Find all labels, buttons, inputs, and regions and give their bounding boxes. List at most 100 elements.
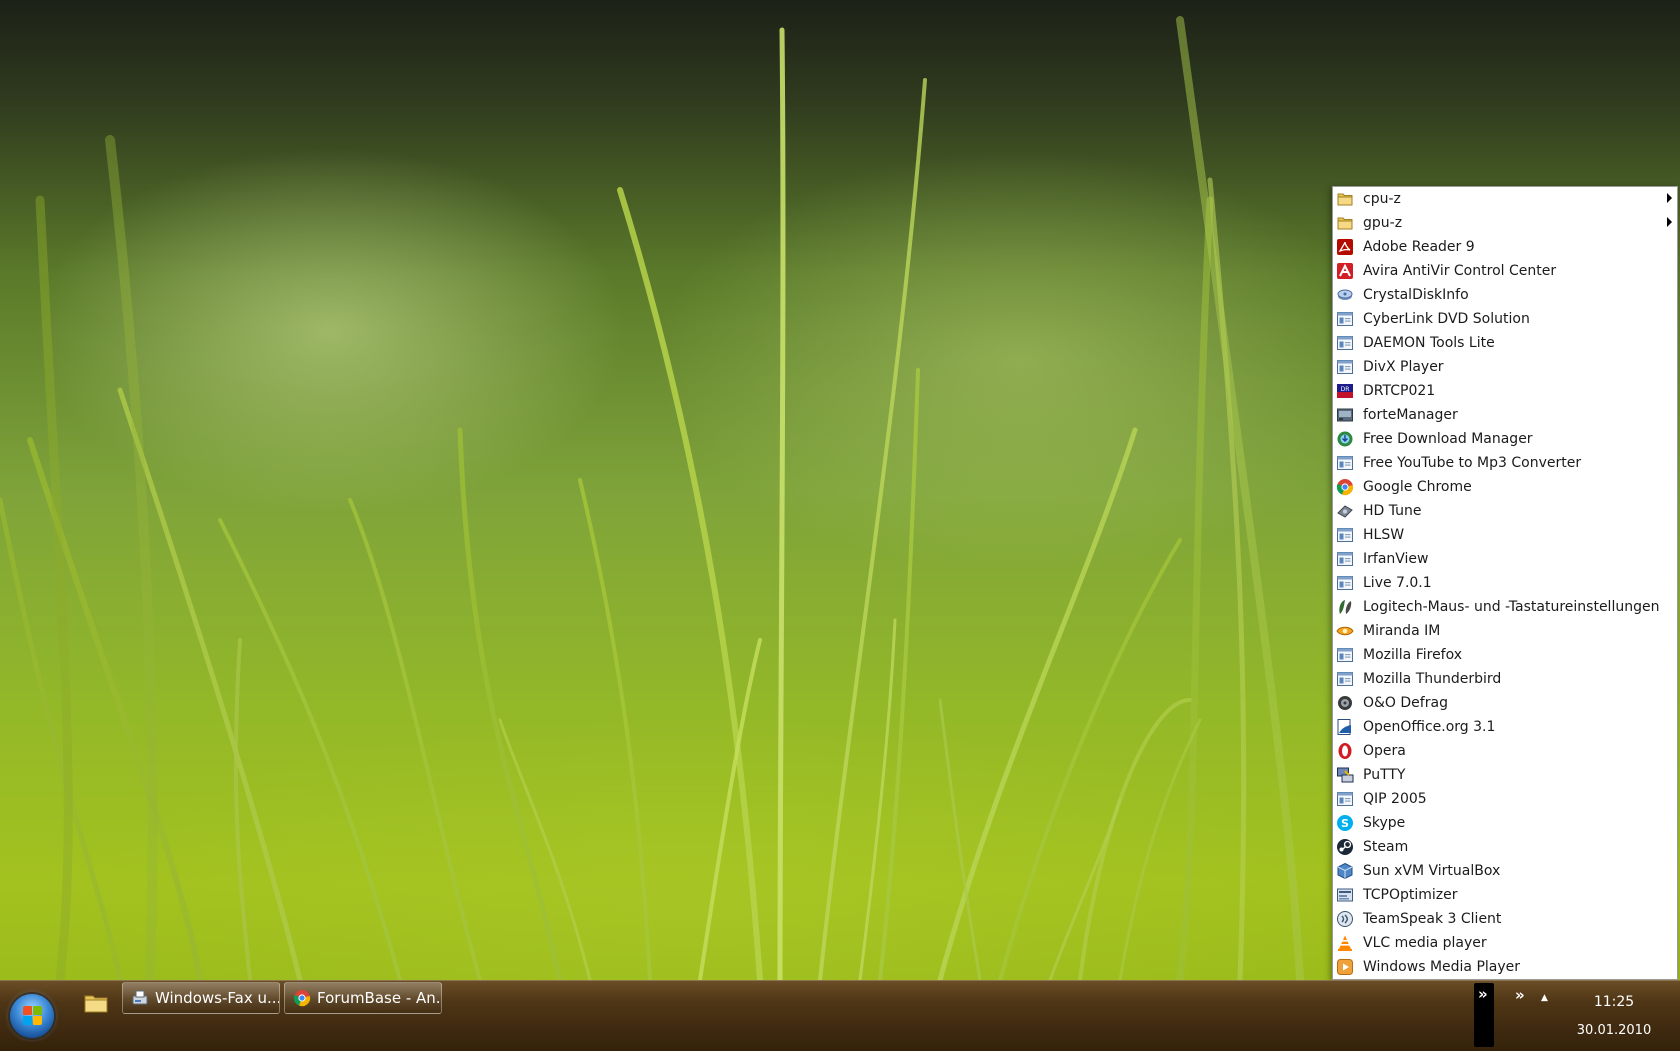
windows-logo-icon-part bbox=[23, 1016, 32, 1025]
menu-item-steam[interactable]: Steam bbox=[1333, 835, 1677, 859]
menu-item-teamspeak-3-client[interactable]: TeamSpeak 3 Client bbox=[1333, 907, 1677, 931]
menu-item-label: DivX Player bbox=[1363, 359, 1444, 375]
folder-icon bbox=[1336, 190, 1354, 208]
menu-item-label: CyberLink DVD Solution bbox=[1363, 311, 1530, 327]
windows-explorer-icon[interactable] bbox=[82, 989, 110, 1017]
toolbar-expand-button[interactable]: » bbox=[1474, 983, 1494, 1047]
chrome-icon bbox=[293, 989, 311, 1007]
menu-item-opera[interactable]: Opera bbox=[1333, 739, 1677, 763]
menu-item-label: Adobe Reader 9 bbox=[1363, 239, 1475, 255]
menu-item-google-chrome[interactable]: Google Chrome bbox=[1333, 475, 1677, 499]
tcpoptimizer-icon bbox=[1336, 886, 1354, 904]
menu-item-o-o-defrag[interactable]: O&O Defrag bbox=[1333, 691, 1677, 715]
menu-item-label: Windows Media Player bbox=[1363, 959, 1521, 975]
chevron-right-icon: » bbox=[1478, 985, 1488, 1003]
menu-item-label: IrfanView bbox=[1363, 551, 1429, 567]
steam-icon bbox=[1336, 838, 1354, 856]
menu-item-label: PuTTY bbox=[1363, 767, 1406, 783]
menu-item-qip-2005[interactable]: QIP 2005 bbox=[1333, 787, 1677, 811]
menu-item-avira-antivir-control-center[interactable]: Avira AntiVir Control Center bbox=[1333, 259, 1677, 283]
menu-item-label: forteManager bbox=[1363, 407, 1458, 423]
menu-item-cpu-z[interactable]: cpu-z bbox=[1333, 187, 1677, 211]
menu-item-mozilla-thunderbird[interactable]: Mozilla Thunderbird bbox=[1333, 667, 1677, 691]
menu-item-sun-xvm-virtualbox[interactable]: Sun xVM VirtualBox bbox=[1333, 859, 1677, 883]
taskbar: Windows-Fax u... ForumBase - An... » » ▲… bbox=[0, 980, 1680, 1051]
program-group-icon bbox=[1336, 358, 1354, 376]
programs-menu: cpu-z gpu-z Adobe Reader 9 Avira AntiVir Co… bbox=[1332, 186, 1678, 980]
menu-item-label: OpenOffice.org 3.1 bbox=[1363, 719, 1496, 735]
menu-item-label: Free YouTube to Mp3 Converter bbox=[1363, 455, 1582, 471]
menu-item-adobe-reader-9[interactable]: Adobe Reader 9 bbox=[1333, 235, 1677, 259]
miranda-icon bbox=[1336, 622, 1354, 640]
menu-item-divx-player[interactable]: DivX Player bbox=[1333, 355, 1677, 379]
menu-item-fortemanager[interactable]: forteManager bbox=[1333, 403, 1677, 427]
menu-item-irfanview[interactable]: IrfanView bbox=[1333, 547, 1677, 571]
avira-icon bbox=[1336, 262, 1354, 280]
menu-item-label: Mozilla Firefox bbox=[1363, 647, 1463, 663]
program-group-icon bbox=[1336, 550, 1354, 568]
menu-item-miranda-im[interactable]: Miranda IM bbox=[1333, 619, 1677, 643]
menu-item-drtcp021[interactable]: DR DRTCP021 bbox=[1333, 379, 1677, 403]
folder-icon bbox=[1336, 214, 1354, 232]
fdm-icon bbox=[1336, 430, 1354, 448]
menu-item-label: TeamSpeak 3 Client bbox=[1363, 911, 1502, 927]
windows-logo-icon-part bbox=[33, 1016, 42, 1025]
program-group-icon bbox=[1336, 574, 1354, 592]
menu-item-vlc-media-player[interactable]: VLC media player bbox=[1333, 931, 1677, 955]
menu-item-gpu-z[interactable]: gpu-z bbox=[1333, 211, 1677, 235]
menu-item-label: DRTCP021 bbox=[1363, 383, 1436, 399]
menu-item-label: Skype bbox=[1363, 815, 1406, 831]
menu-item-label: cpu-z bbox=[1363, 191, 1401, 207]
menu-item-label: gpu-z bbox=[1363, 215, 1403, 231]
overflow-chevron-icon[interactable]: » bbox=[1515, 988, 1525, 1003]
menu-item-label: Miranda IM bbox=[1363, 623, 1441, 639]
menu-item-label: Steam bbox=[1363, 839, 1409, 855]
menu-item-windows-media-player[interactable]: Windows Media Player bbox=[1333, 955, 1677, 979]
menu-item-label: HLSW bbox=[1363, 527, 1405, 543]
clock-time: 11:25 bbox=[1593, 994, 1635, 1010]
menu-item-tcpoptimizer[interactable]: TCPOptimizer bbox=[1333, 883, 1677, 907]
menu-item-label: Avira AntiVir Control Center bbox=[1363, 263, 1557, 279]
program-group-icon bbox=[1336, 334, 1354, 352]
svg-text:S: S bbox=[1341, 817, 1349, 830]
openoffice-icon bbox=[1336, 718, 1354, 736]
menu-item-hlsw[interactable]: HLSW bbox=[1333, 523, 1677, 547]
menu-item-openoffice-org-3-1[interactable]: OpenOffice.org 3.1 bbox=[1333, 715, 1677, 739]
menu-item-cyberlink-dvd-solution[interactable]: CyberLink DVD Solution bbox=[1333, 307, 1677, 331]
skype-icon: S bbox=[1336, 814, 1354, 832]
menu-item-label: TCPOptimizer bbox=[1363, 887, 1458, 903]
menu-item-mozilla-firefox[interactable]: Mozilla Firefox bbox=[1333, 643, 1677, 667]
vlc-icon bbox=[1336, 934, 1354, 952]
menu-item-label: Opera bbox=[1363, 743, 1406, 759]
menu-item-logitech-maus-und-tastatureinstellungen[interactable]: Logitech-Maus- und -Tastatureinstellunge… bbox=[1333, 595, 1677, 619]
menu-item-label: Mozilla Thunderbird bbox=[1363, 671, 1502, 687]
opera-icon bbox=[1336, 742, 1354, 760]
program-group-icon bbox=[1336, 790, 1354, 808]
fortemanager-icon bbox=[1336, 406, 1354, 424]
taskbar-button-windows-fax[interactable]: Windows-Fax u... bbox=[122, 982, 280, 1014]
windows-media-player-icon bbox=[1336, 958, 1354, 976]
menu-item-hd-tune[interactable]: HD Tune bbox=[1333, 499, 1677, 523]
hdtune-icon bbox=[1336, 502, 1354, 520]
submenu-arrow-icon bbox=[1667, 217, 1672, 227]
start-button[interactable] bbox=[10, 994, 54, 1038]
menu-item-daemon-tools-lite[interactable]: DAEMON Tools Lite bbox=[1333, 331, 1677, 355]
logitech-icon bbox=[1336, 598, 1354, 616]
menu-item-free-youtube-to-mp3-converter[interactable]: Free YouTube to Mp3 Converter bbox=[1333, 451, 1677, 475]
menu-item-label: Live 7.0.1 bbox=[1363, 575, 1432, 591]
adobe-reader-icon bbox=[1336, 238, 1354, 256]
menu-item-label: Google Chrome bbox=[1363, 479, 1472, 495]
taskbar-button-forumbase[interactable]: ForumBase - An... bbox=[284, 982, 442, 1014]
menu-item-free-download-manager[interactable]: Free Download Manager bbox=[1333, 427, 1677, 451]
show-hidden-icons-button[interactable]: ▲ bbox=[1541, 991, 1548, 1005]
submenu-arrow-icon bbox=[1667, 193, 1672, 203]
putty-icon bbox=[1336, 766, 1354, 784]
oo-defrag-icon bbox=[1336, 694, 1354, 712]
clock-date: 30.01.2010 bbox=[1576, 1023, 1652, 1038]
menu-item-label: VLC media player bbox=[1363, 935, 1487, 951]
taskbar-button-label: Windows-Fax u... bbox=[155, 989, 280, 1007]
menu-item-putty[interactable]: PuTTY bbox=[1333, 763, 1677, 787]
menu-item-skype[interactable]: S Skype bbox=[1333, 811, 1677, 835]
menu-item-crystaldiskinfo[interactable]: CrystalDiskInfo bbox=[1333, 283, 1677, 307]
menu-item-live-7-0-1[interactable]: Live 7.0.1 bbox=[1333, 571, 1677, 595]
